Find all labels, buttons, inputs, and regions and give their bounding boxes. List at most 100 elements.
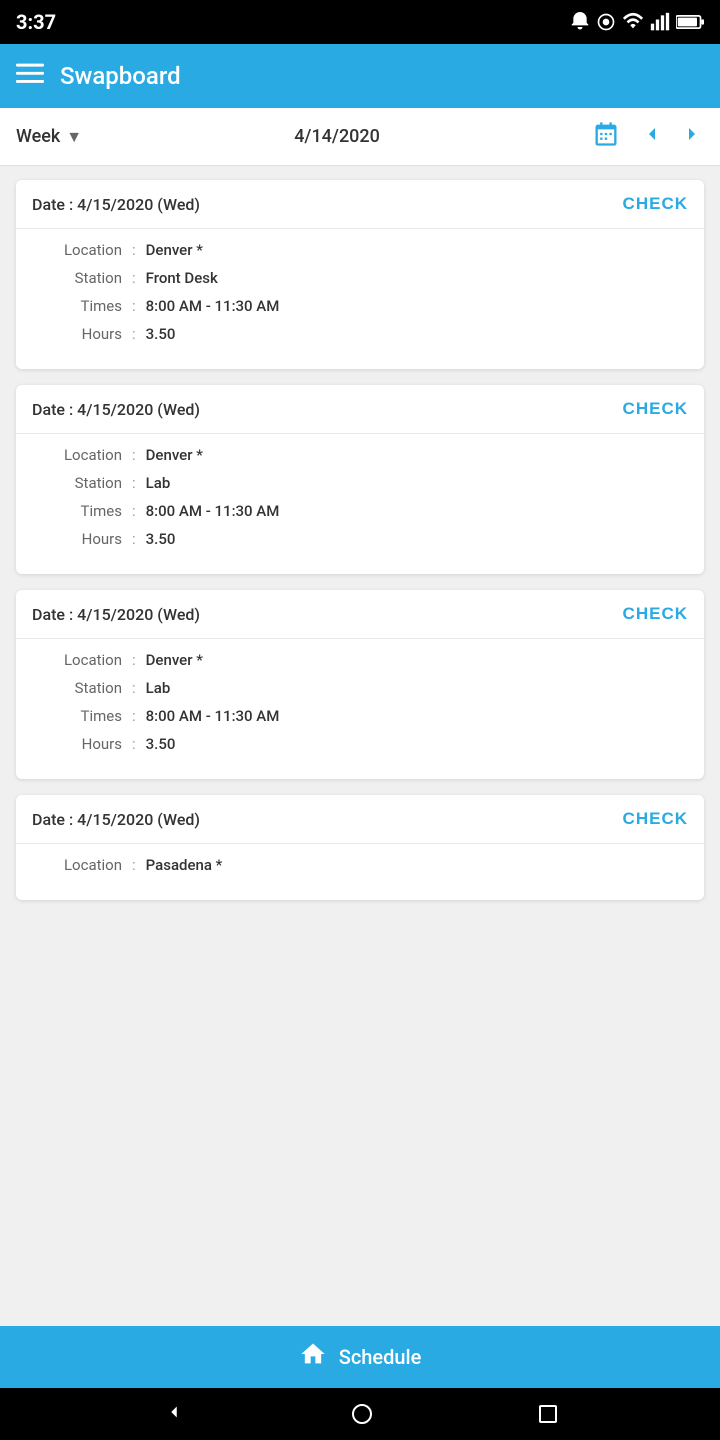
app-bar: Swapboard <box>0 44 720 108</box>
hours-label: Hours <box>32 530 122 548</box>
recent-button[interactable] <box>539 1405 557 1423</box>
station-label: Station <box>32 474 122 492</box>
card-body: Location : Pasadena * <box>16 844 704 900</box>
times-separator: : <box>132 707 136 725</box>
hours-label: Hours <box>32 735 122 753</box>
hours-separator: : <box>132 530 136 548</box>
shift-date: Date : 4/15/2020 (Wed) <box>32 810 200 829</box>
location-separator: : <box>132 856 136 874</box>
status-icons <box>570 11 704 33</box>
times-separator: : <box>132 502 136 520</box>
shift-list: Date : 4/15/2020 (Wed) CHECK Location : … <box>0 166 720 1326</box>
location-value: Pasadena * <box>146 856 223 874</box>
station-label: Station <box>32 679 122 697</box>
week-selector[interactable]: Week ▼ <box>16 126 82 147</box>
home-button[interactable] <box>352 1404 372 1424</box>
status-bar: 3:37 <box>0 0 720 44</box>
card-body: Location : Denver * Station : Lab Times … <box>16 639 704 779</box>
week-bar: Week ▼ 4/14/2020 <box>0 108 720 166</box>
location-label: Location <box>32 241 122 259</box>
check-button[interactable]: CHECK <box>623 604 688 624</box>
location-separator: : <box>132 446 136 464</box>
times-separator: : <box>132 297 136 315</box>
station-value: Front Desk <box>146 269 218 287</box>
card-header: Date : 4/15/2020 (Wed) CHECK <box>16 180 704 229</box>
battery-icon <box>676 14 704 30</box>
station-value: Lab <box>146 679 171 697</box>
times-row: Times : 8:00 AM - 11:30 AM <box>32 707 688 725</box>
date-display: 4/14/2020 <box>82 126 592 147</box>
times-label: Times <box>32 297 122 315</box>
location-label: Location <box>32 651 122 669</box>
location-label: Location <box>32 446 122 464</box>
hours-value: 3.50 <box>146 530 176 548</box>
signal-icon <box>650 12 670 32</box>
hours-value: 3.50 <box>146 325 176 343</box>
menu-icon[interactable] <box>16 59 44 94</box>
station-label: Station <box>32 269 122 287</box>
times-label: Times <box>32 707 122 725</box>
station-separator: : <box>132 679 136 697</box>
status-time: 3:37 <box>16 10 56 34</box>
next-arrow[interactable] <box>680 122 704 152</box>
times-label: Times <box>32 502 122 520</box>
hours-value: 3.50 <box>146 735 176 753</box>
location-separator: : <box>132 651 136 669</box>
hours-separator: : <box>132 735 136 753</box>
check-button[interactable]: CHECK <box>623 399 688 419</box>
card-body: Location : Denver * Station : Lab Times … <box>16 434 704 574</box>
station-row: Station : Lab <box>32 679 688 697</box>
check-button[interactable]: CHECK <box>623 194 688 214</box>
hours-row: Hours : 3.50 <box>32 530 688 548</box>
week-label: Week <box>16 126 60 147</box>
card-header: Date : 4/15/2020 (Wed) CHECK <box>16 385 704 434</box>
station-separator: : <box>132 269 136 287</box>
shift-date: Date : 4/15/2020 (Wed) <box>32 605 200 624</box>
shift-card: Date : 4/15/2020 (Wed) CHECK Location : … <box>16 180 704 369</box>
bottom-nav[interactable]: Schedule <box>0 1326 720 1388</box>
target-icon <box>596 12 616 32</box>
times-value: 8:00 AM - 11:30 AM <box>146 707 280 725</box>
location-row: Location : Denver * <box>32 446 688 464</box>
card-body: Location : Denver * Station : Front Desk… <box>16 229 704 369</box>
hours-row: Hours : 3.50 <box>32 325 688 343</box>
shift-date: Date : 4/15/2020 (Wed) <box>32 400 200 419</box>
hours-separator: : <box>132 325 136 343</box>
location-value: Denver * <box>146 651 203 669</box>
station-value: Lab <box>146 474 171 492</box>
back-button[interactable] <box>163 1401 185 1428</box>
card-header: Date : 4/15/2020 (Wed) CHECK <box>16 795 704 844</box>
android-nav-bar <box>0 1388 720 1440</box>
check-button[interactable]: CHECK <box>623 809 688 829</box>
schedule-home-icon <box>299 1340 327 1374</box>
shift-card: Date : 4/15/2020 (Wed) CHECK Location : … <box>16 795 704 900</box>
hours-label: Hours <box>32 325 122 343</box>
prev-arrow[interactable] <box>640 122 664 152</box>
app-title: Swapboard <box>60 62 704 90</box>
location-row: Location : Denver * <box>32 651 688 669</box>
card-header: Date : 4/15/2020 (Wed) CHECK <box>16 590 704 639</box>
times-row: Times : 8:00 AM - 11:30 AM <box>32 297 688 315</box>
hours-row: Hours : 3.50 <box>32 735 688 753</box>
nav-arrows <box>640 122 704 152</box>
schedule-label: Schedule <box>339 1345 422 1369</box>
times-row: Times : 8:00 AM - 11:30 AM <box>32 502 688 520</box>
location-separator: : <box>132 241 136 259</box>
shift-card: Date : 4/15/2020 (Wed) CHECK Location : … <box>16 590 704 779</box>
location-value: Denver * <box>146 446 203 464</box>
location-label: Location <box>32 856 122 874</box>
location-row: Location : Pasadena * <box>32 856 688 874</box>
station-row: Station : Lab <box>32 474 688 492</box>
location-row: Location : Denver * <box>32 241 688 259</box>
dropdown-arrow-icon: ▼ <box>66 127 82 147</box>
shift-card: Date : 4/15/2020 (Wed) CHECK Location : … <box>16 385 704 574</box>
station-separator: : <box>132 474 136 492</box>
station-row: Station : Front Desk <box>32 269 688 287</box>
wifi-icon <box>622 11 644 33</box>
location-value: Denver * <box>146 241 203 259</box>
shift-date: Date : 4/15/2020 (Wed) <box>32 195 200 214</box>
notification-icon <box>570 12 590 32</box>
times-value: 8:00 AM - 11:30 AM <box>146 297 280 315</box>
calendar-icon[interactable] <box>592 120 620 154</box>
times-value: 8:00 AM - 11:30 AM <box>146 502 280 520</box>
